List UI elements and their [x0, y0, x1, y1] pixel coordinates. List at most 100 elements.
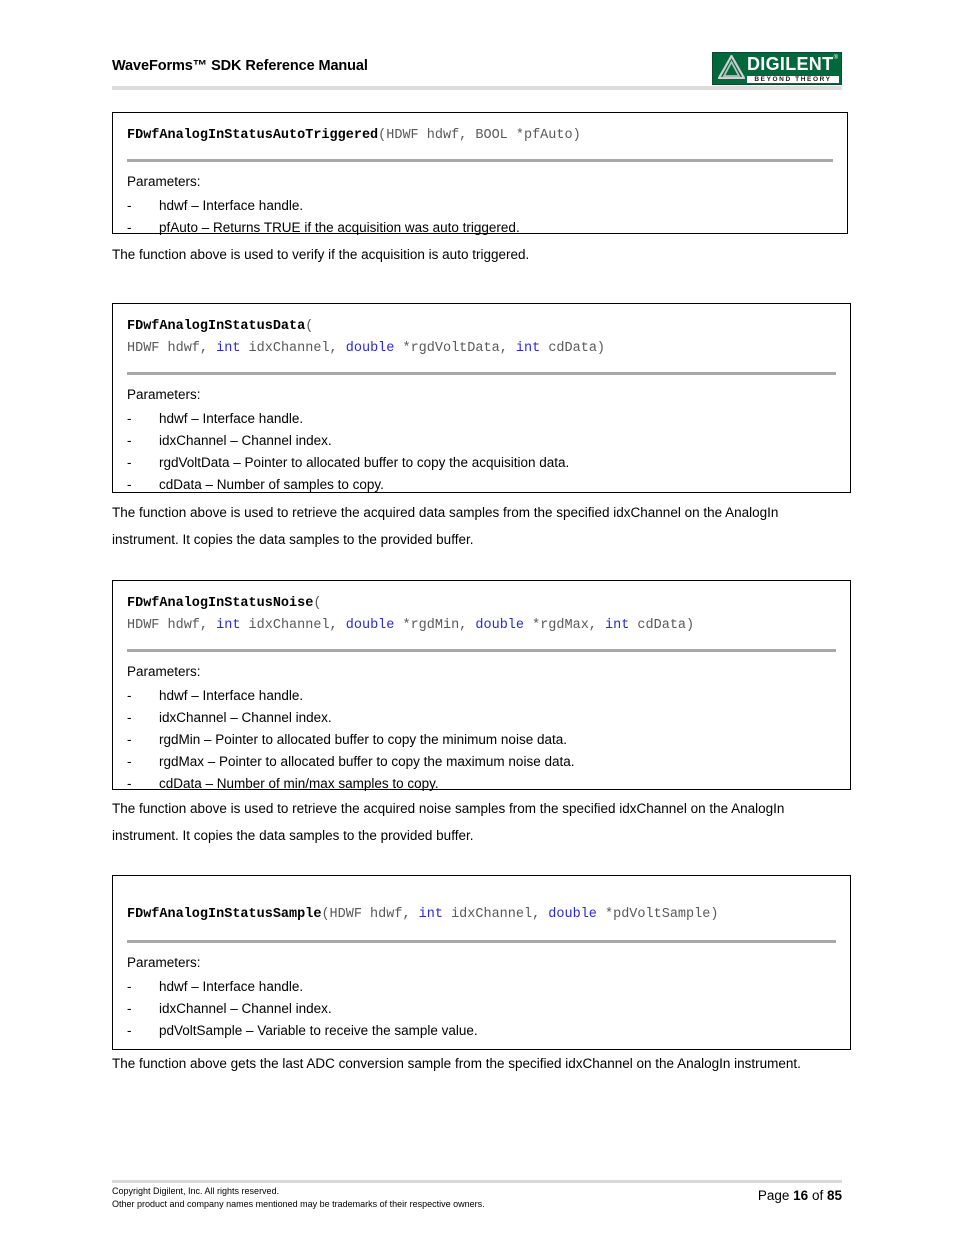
description-status-noise: The function above is used to retrieve t… — [112, 801, 785, 843]
bullet-dash-icon: - — [127, 477, 132, 492]
parameter-text: hdwf – Interface handle. — [159, 979, 304, 994]
parameter-list: - hdwf – Interface handle. - pfAuto – Retur… — [127, 195, 833, 239]
function-name: FDwfAnalogInStatusData — [127, 319, 306, 334]
type-keyword: int — [605, 618, 630, 633]
signature-line: FDwfAnalogInStatusSample(HDWF hdwf, int … — [127, 904, 836, 926]
bullet-dash-icon: - — [127, 1001, 132, 1016]
page-title: WaveForms™ SDK Reference Manual — [112, 58, 368, 74]
page-header: WaveForms™ SDK Reference Manual DIGILENT… — [112, 52, 842, 90]
page-number-indicator: Page 16 of 85 — [758, 1188, 842, 1203]
parameter-text: rgdMax – Pointer to allocated buffer to … — [159, 754, 575, 769]
parameter-text: idxChannel – Channel index. — [159, 433, 332, 448]
function-signature: FDwfAnalogInStatusData(HDWF hdwf, int id… — [127, 316, 836, 360]
header-divider — [112, 86, 842, 90]
parameter-text: hdwf – Interface handle. — [159, 198, 304, 213]
bullet-dash-icon: - — [127, 1023, 132, 1038]
signature-text: *rgdVoltData, — [394, 341, 516, 356]
signature-text: (HDWF hdwf, — [321, 907, 419, 922]
signature-text: HDWF hdwf, — [127, 341, 217, 356]
signature-text: idxChannel, — [240, 618, 346, 633]
logo-tagline: BEYOND THEORY — [747, 76, 839, 83]
parameter-item: - idxChannel – Channel index. — [127, 998, 836, 1020]
signature-line: HDWF hdwf, int idxChannel, double *rgdMi… — [127, 615, 836, 637]
copyright-line-2: Other product and company names mentione… — [112, 1198, 485, 1209]
copyright-notice: Copyright Digilent, Inc. All rights rese… — [112, 1185, 485, 1210]
bullet-dash-icon: - — [127, 732, 132, 747]
parameter-text: idxChannel – Channel index. — [159, 1001, 332, 1016]
page-total-number: 85 — [826, 1188, 842, 1203]
parameter-item: - hdwf – Interface handle. — [127, 408, 836, 430]
function-name: FDwfAnalogInStatusSample — [127, 907, 322, 922]
signature-text: *rgdMin, — [394, 618, 476, 633]
bullet-dash-icon: - — [127, 198, 132, 213]
parameter-item: - hdwf – Interface handle. — [127, 976, 836, 998]
function-signature: FDwfAnalogInStatusNoise(HDWF hdwf, int i… — [127, 593, 836, 637]
description-auto-triggered: The function above is used to verify if … — [112, 247, 530, 262]
signature-text: *pdVoltSample) — [596, 907, 719, 922]
bullet-dash-icon: - — [127, 710, 132, 725]
signature-text: *rgdMax, — [524, 618, 606, 633]
signature-text: cdData) — [540, 341, 606, 356]
bullet-dash-icon: - — [127, 754, 132, 769]
description-status-data: The function above is used to retrieve t… — [112, 505, 779, 547]
type-keyword: int — [515, 341, 541, 356]
parameter-item: - cdData – Number of min/max samples to c… — [127, 773, 836, 795]
signature-text: HDWF hdwf, — [127, 618, 217, 633]
bullet-dash-icon: - — [127, 979, 132, 994]
parameter-list: - hdwf – Interface handle. - idxChannel – C… — [127, 408, 836, 496]
type-keyword: double — [345, 341, 395, 356]
parameters-label: Parameters: — [127, 387, 201, 402]
parameter-text: cdData – Number of samples to copy. — [159, 477, 384, 492]
signature-text: ( — [305, 319, 314, 334]
parameter-text: pdVoltSample – Variable to receive the s… — [159, 1023, 478, 1038]
page-prefix-label: Page — [757, 1188, 790, 1203]
signature-line: FDwfAnalogInStatusNoise( — [127, 593, 836, 615]
signature-divider — [127, 159, 833, 162]
signature-text: (HDWF hdwf, BOOL *pfAuto) — [378, 128, 581, 143]
signature-line: HDWF hdwf, int idxChannel, double *rgdVo… — [127, 338, 836, 360]
signature-text: ( — [313, 596, 322, 611]
parameter-item: - rgdVoltData – Pointer to allocated buff… — [127, 452, 836, 474]
signature-line: FDwfAnalogInStatusData( — [127, 316, 836, 338]
copyright-line-1: Copyright Digilent, Inc. All rights rese… — [112, 1186, 280, 1196]
parameter-text: cdData – Number of min/max samples to co… — [159, 776, 439, 791]
signature-text: idxChannel, — [240, 341, 346, 356]
function-block-auto-triggered: FDwfAnalogInStatusAutoTriggered(HDWF hdw… — [112, 112, 848, 235]
description-status-sample: The function above gets the last ADC con… — [112, 1056, 801, 1071]
type-keyword: int — [216, 341, 241, 356]
parameter-item: - rgdMin – Pointer to allocated buffer to… — [127, 729, 836, 751]
signature-divider — [127, 372, 836, 375]
type-keyword: int — [216, 618, 241, 633]
parameter-item: - pfAuto – Returns TRUE if the acquisitio… — [127, 217, 833, 239]
parameter-item: - rgdMax – Pointer to allocated buffer to… — [127, 751, 836, 773]
parameter-text: hdwf – Interface handle. — [159, 688, 304, 703]
parameter-item: - idxChannel – Channel index. — [127, 430, 836, 452]
bullet-dash-icon: - — [127, 776, 132, 791]
parameter-item: - cdData – Number of samples to copy. — [127, 474, 836, 496]
function-block-status-sample: FDwfAnalogInStatusSample(HDWF hdwf, int … — [112, 875, 851, 1050]
page-current-number: 16 — [793, 1188, 809, 1203]
parameters-label: Parameters: — [127, 664, 201, 679]
parameter-item: - hdwf – Interface handle. — [127, 685, 836, 707]
page-footer: Copyright Digilent, Inc. All rights rese… — [112, 1185, 842, 1221]
triangle-icon — [718, 55, 745, 79]
function-signature: FDwfAnalogInStatusAutoTriggered(HDWF hdw… — [127, 125, 833, 147]
signature-divider — [127, 940, 836, 943]
document-page: WaveForms™ SDK Reference Manual DIGILENT… — [0, 0, 954, 1235]
function-block-status-data: FDwfAnalogInStatusData(HDWF hdwf, int id… — [112, 303, 851, 493]
parameter-item: - pdVoltSample – Variable to receive the … — [127, 1020, 836, 1042]
bullet-dash-icon: - — [127, 220, 132, 235]
parameters-label: Parameters: — [127, 955, 201, 970]
signature-text: cdData) — [629, 618, 695, 633]
type-keyword: double — [345, 618, 395, 633]
parameters-label: Parameters: — [127, 174, 201, 189]
bullet-dash-icon: - — [127, 433, 132, 448]
digilent-logo: DIGILENT ® BEYOND THEORY — [712, 52, 842, 85]
function-name: FDwfAnalogInStatusNoise — [127, 596, 314, 611]
parameter-item: - hdwf – Interface handle. — [127, 195, 833, 217]
parameter-text: rgdMin – Pointer to allocated buffer to … — [159, 732, 567, 747]
footer-divider — [112, 1180, 842, 1183]
logo-wordmark: DIGILENT — [747, 54, 834, 74]
type-keyword: double — [548, 907, 597, 922]
signature-text: idxChannel, — [442, 907, 549, 922]
